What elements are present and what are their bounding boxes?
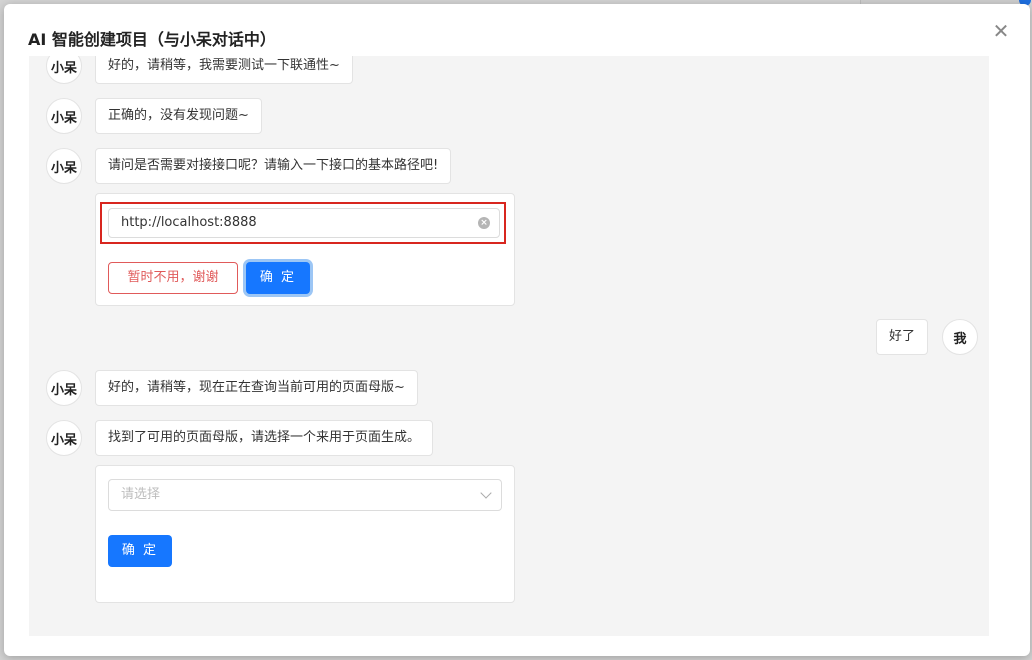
bot-avatar: 小呆 [46,370,82,406]
template-select-form: 请选择 确 定 [95,465,515,603]
template-select[interactable]: 请选择 [108,479,502,511]
confirm-url-button[interactable]: 确 定 [246,262,310,294]
clear-icon[interactable]: × [478,217,490,229]
close-icon[interactable]: ✕ [990,20,1012,42]
bot-message: 正确的，没有发现问题~ [95,98,262,134]
create-project-dialog: AI 智能创建项目（与小呆对话中） ✕ 小呆 好的，请稍等，我需要测试一下联通性… [4,4,1030,656]
chat-area: 小呆 好的，请稍等，我需要测试一下联通性~ 小呆 正确的，没有发现问题~ 小呆 … [29,56,989,636]
user-message: 好了 [876,319,929,355]
api-url-input[interactable]: http://localhost:8888 [108,208,500,238]
bot-message: 请问是否需要对接接口呢？请输入一下接口的基本路径吧! [95,148,452,184]
bot-avatar: 小呆 [46,56,82,84]
decline-button[interactable]: 暂时不用，谢谢 [108,262,238,294]
dialog-title: AI 智能创建项目（与小呆对话中） [28,30,276,49]
confirm-template-button[interactable]: 确 定 [108,535,172,567]
bot-avatar: 小呆 [46,420,82,456]
bot-message: 好的，请稍等，我需要测试一下联通性~ [95,56,353,84]
user-avatar: 我 [942,319,978,355]
bot-avatar: 小呆 [46,148,82,184]
bot-message: 好的，请稍等，现在正在查询当前可用的页面母版~ [95,370,418,406]
bot-message: 找到了可用的页面母版，请选择一个来用于页面生成。 [95,420,434,456]
api-url-form: http://localhost:8888 × 暂时不用，谢谢 确 定 [95,193,515,306]
bot-avatar: 小呆 [46,98,82,134]
